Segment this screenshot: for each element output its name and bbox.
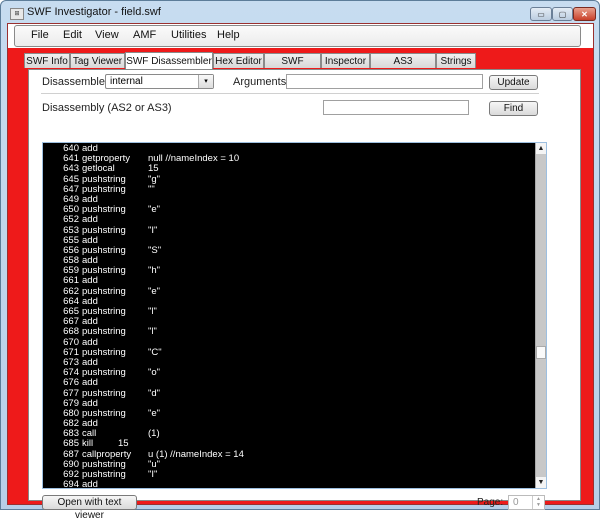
- code-line: 694 add: [43, 479, 533, 489]
- title-bar: ⊞ SWF Investigator - field.swf ▭ ▢ ✕: [1, 1, 599, 25]
- tab-inspector[interactable]: Inspector: [321, 53, 370, 68]
- window-title: SWF Investigator - field.swf: [27, 6, 161, 18]
- code-argument: "h": [148, 265, 161, 277]
- code-argument: "I": [148, 469, 158, 480]
- code-line: 676 add: [43, 378, 533, 388]
- vertical-scrollbar[interactable]: ▲ ▼: [535, 143, 546, 488]
- code-argument: "": [148, 183, 155, 195]
- divider: [41, 93, 539, 94]
- code-line: 692 pushstring "I": [43, 469, 533, 480]
- code-argument: "e": [148, 204, 161, 216]
- code-argument: u (1) //nameIndex = 14: [148, 448, 244, 460]
- code-line: 677 pushstring "d": [43, 387, 533, 399]
- minimize-button[interactable]: ▭: [530, 7, 552, 21]
- app-icon: ⊞: [10, 8, 24, 20]
- scrollbar-thumb[interactable]: [536, 346, 546, 360]
- code-line: 650 pushstring "e": [43, 204, 533, 216]
- code-lines: 640 add 641 getproperty null //nameIndex = 1…: [43, 143, 533, 489]
- find-input[interactable]: [323, 100, 469, 115]
- menu-amf[interactable]: AMF: [133, 29, 156, 41]
- code-offset: 694: [63, 479, 79, 489]
- code-line: 653 pushstring "I": [43, 224, 533, 236]
- code-opcode: add: [82, 377, 98, 389]
- app-window: ⊞ SWF Investigator - field.swf ▭ ▢ ✕ Fil…: [0, 0, 600, 521]
- menu-utilities[interactable]: Utilities: [171, 29, 206, 41]
- arguments-label: Arguments:: [233, 76, 290, 88]
- page-spinner[interactable]: 0 ▲ ▼: [508, 495, 545, 510]
- code-argument: "e": [148, 285, 161, 297]
- code-argument: "o": [148, 367, 161, 379]
- code-argument: null //nameIndex = 10: [148, 153, 240, 165]
- menu-help[interactable]: Help: [217, 29, 240, 41]
- code-argument: "l": [148, 306, 157, 317]
- code-line: 652 add: [43, 215, 533, 225]
- tab-swf-disassembler[interactable]: SWF Disassembler: [125, 52, 213, 69]
- code-line: 680 pushstring "e": [43, 407, 533, 419]
- code-line: 647 pushstring "": [43, 183, 533, 195]
- code-line: 656 pushstring "S": [43, 244, 533, 256]
- find-button[interactable]: Find: [489, 101, 538, 116]
- code-line: 674 pushstring "o": [43, 367, 533, 379]
- maximize-button[interactable]: ▢: [552, 7, 573, 21]
- code-offset: 652: [63, 214, 79, 226]
- disassembler-select[interactable]: internal ▾: [105, 74, 214, 89]
- menu-file[interactable]: File: [31, 29, 49, 41]
- code-line: 682 add: [43, 418, 533, 429]
- code-argument: "d": [148, 387, 161, 399]
- tab-strings[interactable]: Strings: [436, 53, 476, 68]
- code-argument: "I": [148, 224, 158, 236]
- scroll-down-icon[interactable]: ▼: [536, 477, 546, 488]
- disassembler-label: Disassembler:: [42, 76, 112, 88]
- code-line: 641 getproperty null //nameIndex = 10: [43, 153, 533, 165]
- update-button[interactable]: Update: [489, 75, 538, 90]
- code-argument: (1): [148, 428, 160, 440]
- code-argument: "S": [148, 244, 162, 256]
- spinner-down-icon[interactable]: ▼: [533, 502, 544, 508]
- code-opcode: add: [82, 479, 98, 489]
- menu-edit[interactable]: Edit: [63, 29, 82, 41]
- close-button[interactable]: ✕: [573, 7, 596, 21]
- disassembly-section-label: Disassembly (AS2 or AS3): [42, 102, 172, 114]
- code-line: 671 pushstring "C": [43, 346, 533, 358]
- code-argument: "C": [148, 346, 162, 358]
- menu-view[interactable]: View: [95, 29, 119, 41]
- disassembly-code-view[interactable]: 640 add 641 getproperty null //nameIndex = 1…: [42, 142, 547, 489]
- tab-swf-viewer[interactable]: SWF Viewer: [264, 53, 321, 82]
- tab-as3-navigator[interactable]: AS3 Navigator: [370, 53, 436, 82]
- tab-tag-viewer[interactable]: Tag Viewer: [70, 53, 125, 68]
- tab-swf-info[interactable]: SWF Info: [24, 53, 70, 68]
- code-line: 662 pushstring "e": [43, 285, 533, 297]
- code-offset: 676: [63, 377, 79, 389]
- disassembler-selected-value: internal: [110, 76, 143, 87]
- open-with-text-viewer-button[interactable]: Open with text viewer: [42, 495, 137, 521]
- app-frame: File Edit View AMF Utilities Help SWF In…: [7, 23, 594, 521]
- code-line: 659 pushstring "h": [43, 266, 533, 276]
- code-opcode: add: [82, 214, 98, 226]
- code-argument: "l": [148, 326, 157, 338]
- page-value[interactable]: 0: [513, 497, 519, 508]
- page-label: Page:: [477, 497, 504, 508]
- arguments-input[interactable]: [286, 74, 483, 89]
- scroll-up-icon[interactable]: ▲: [536, 143, 546, 154]
- menubar: File Edit View AMF Utilities Help: [14, 25, 581, 47]
- disassembler-panel: Disassembler: internal ▾ Arguments: Upda…: [28, 69, 581, 521]
- chevron-down-icon[interactable]: ▾: [198, 75, 213, 88]
- menubar-area: File Edit View AMF Utilities Help: [8, 24, 593, 48]
- tab-hex-editor[interactable]: Hex Editor: [213, 53, 264, 68]
- code-line: 668 pushstring "l": [43, 327, 533, 337]
- code-line: 683 call (1): [43, 429, 533, 439]
- code-line: 665 pushstring "l": [43, 306, 533, 317]
- code-argument: "e": [148, 407, 161, 419]
- spinner-arrows: ▲ ▼: [532, 496, 544, 509]
